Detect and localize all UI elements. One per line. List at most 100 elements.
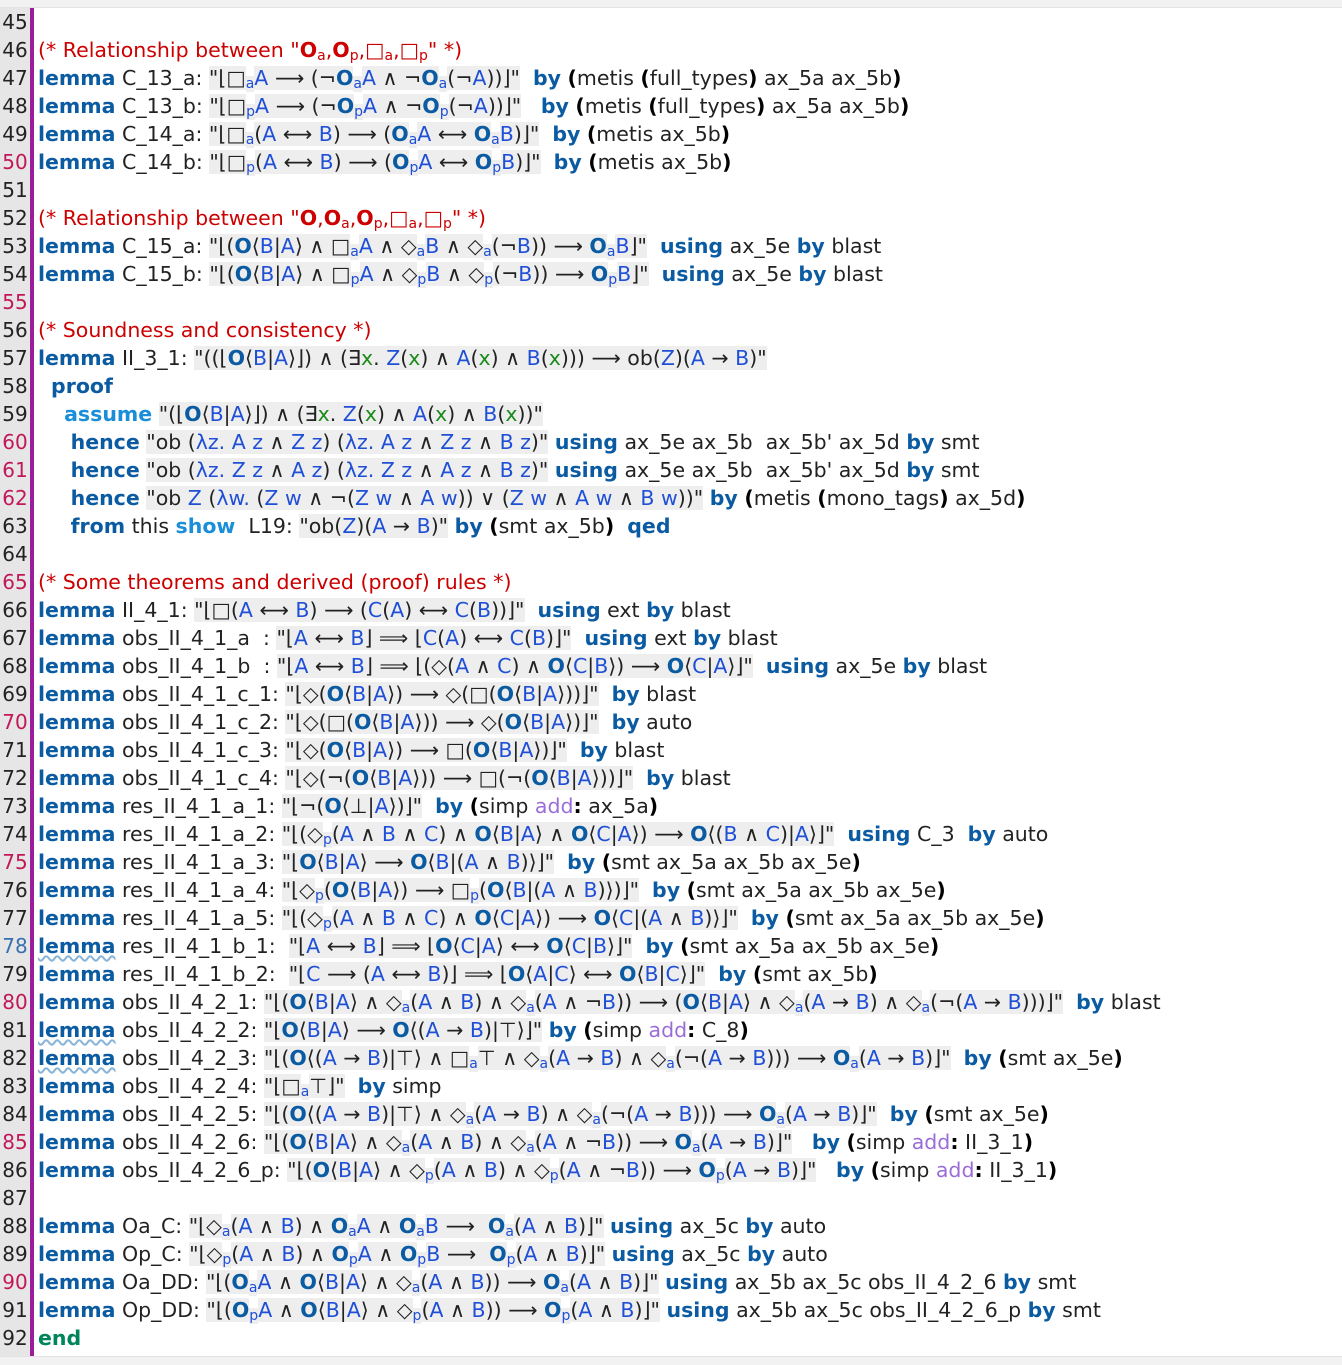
code-line[interactable]: 73 lemma res_II_4_1_a_1: "⌊¬(O⟨⊥|A⟩)⌋" by…: [0, 792, 1342, 820]
code-line[interactable]: 61 hence "ob (λz. Z z ∧ A z) (λz. Z z ∧ …: [0, 456, 1342, 484]
code-token: x: [408, 346, 421, 370]
code-text[interactable]: assume "(⌊O⟨B|A⟩⌋) ∧ (∃x. Z(x) ∧ A(x) ∧ …: [38, 400, 543, 428]
code-line[interactable]: 77 lemma res_II_4_1_a_5: "⌊(◇p(A ∧ B ∧ C)…: [0, 904, 1342, 932]
code-line[interactable]: 86 lemma obs_II_4_2_6_p: "⌊(O⟨B|A⟩ ∧ ◇p(A…: [0, 1156, 1342, 1184]
code-token: :: [573, 794, 582, 818]
code-line[interactable]: 55: [0, 288, 1342, 316]
code-token: "ob: [146, 486, 188, 510]
line-number: 92: [2, 1326, 28, 1350]
code-text[interactable]: lemma II_4_1: "⌊□(A ⟷ B) ⟶ (C(A) ⟷ C(B))…: [38, 596, 731, 624]
code-line[interactable]: 56 (* Soundness and consistency *): [0, 316, 1342, 344]
code-token: )⌋": [766, 1130, 793, 1154]
code-token: C_13_a:: [115, 66, 209, 90]
code-token: (: [323, 878, 332, 902]
line-number: 58: [2, 374, 28, 398]
code-token: A w: [420, 486, 458, 510]
code-line[interactable]: 87: [0, 1184, 1342, 1212]
code-text[interactable]: lemma obs_II_4_1_c_4: "⌊◇(¬(O⟨B|A⟩)) ⟶ □…: [38, 764, 731, 792]
code-line[interactable]: 71 lemma obs_II_4_1_c_3: "⌊◇(O⟨B|A⟩) ⟶ □(…: [0, 736, 1342, 764]
code-line[interactable]: 79 lemma res_II_4_1_b_2: "⌊C ⟶ (A ⟷ B)⌋ ⟹…: [0, 960, 1342, 988]
code-line[interactable]: 59 assume "(⌊O⟨B|A⟩⌋) ∧ (∃x. Z(x) ∧ A(x)…: [0, 400, 1342, 428]
code-line[interactable]: 81 lemma obs_II_4_2_2: "⌊O⟨B|A⟩ ⟶ O⟨(A → …: [0, 1016, 1342, 1044]
code-line[interactable]: 91 lemma Op_DD: "⌊(OpA ∧ O⟨B|A⟩ ∧ ◇p(A ∧ …: [0, 1296, 1342, 1324]
code-text[interactable]: hence "ob Z (λw. (Z w ∧ ¬(Z w ∧ A w)) ∨ …: [38, 484, 1025, 512]
code-text[interactable]: lemma obs_II_4_1_c_2: "⌊◇(□(O⟨B|A⟩)) ⟶ ◇…: [38, 708, 692, 736]
code-text[interactable]: lemma res_II_4_1_a_3: "⌊O⟨B|A⟩ ⟶ O⟨B|(A …: [38, 848, 861, 876]
code-token: lemma: [38, 66, 116, 90]
code-line[interactable]: 85 lemma obs_II_4_2_6: "⌊(O⟨B|A⟩ ∧ ◇a(A ∧…: [0, 1128, 1342, 1156]
code-text[interactable]: lemma res_II_4_1_b_2: "⌊C ⟶ (A ⟷ B)⌋ ⟹ ⌊…: [38, 960, 878, 988]
code-token: ⟷: [384, 962, 428, 986]
code-line[interactable]: 45: [0, 8, 1342, 36]
line-number: 50: [2, 150, 28, 174]
code-text[interactable]: hence "ob (λz. Z z ∧ A z) (λz. Z z ∧ A z…: [38, 456, 980, 484]
code-text[interactable]: hence "ob (λz. A z ∧ Z z) (λz. A z ∧ Z z…: [38, 428, 980, 456]
code-token: C: [554, 962, 569, 986]
code-token: A: [577, 1270, 592, 1294]
code-token: res_II_4_1_a_5:: [115, 906, 282, 930]
code-token: a: [245, 132, 255, 148]
code-token: B: [260, 262, 275, 286]
code-line[interactable]: 63 from this show L19: "ob(Z)(A → B)" by…: [0, 512, 1342, 540]
code-line[interactable]: 58 proof: [0, 372, 1342, 400]
code-token: →: [336, 1046, 368, 1070]
code-token: by: [540, 94, 569, 118]
code-token: O: [281, 1018, 299, 1042]
code-line[interactable]: 57 lemma II_3_1: "((⌊O⟨B|A⟩⌋) ∧ (∃x. Z(x)…: [0, 344, 1342, 372]
code-token: "⌊□: [263, 1074, 301, 1098]
code-text[interactable]: lemma obs_II_4_2_2: "⌊O⟨B|A⟩ ⟶ O⟨(A → B)…: [38, 1016, 749, 1044]
code-line[interactable]: 74 lemma res_II_4_1_a_2: "⌊(◇p(A ∧ B ∧ C)…: [0, 820, 1342, 848]
code-line[interactable]: 64: [0, 540, 1342, 568]
code-line[interactable]: 67 lemma obs_II_4_1_a : "⌊A ⟷ B⌋ ⟹ ⌊C(A) …: [0, 624, 1342, 652]
code-token: "⌊□: [208, 66, 246, 90]
code-text[interactable]: (* Some theorems and derived (proof) rul…: [38, 568, 511, 596]
code-line[interactable]: 75 lemma res_II_4_1_a_3: "⌊O⟨B|A⟩ ⟶ O⟨B|(…: [0, 848, 1342, 876]
code-line[interactable]: 72 lemma obs_II_4_1_c_4: "⌊◇(¬(O⟨B|A⟩)) ⟶…: [0, 764, 1342, 792]
code-line[interactable]: 70 lemma obs_II_4_1_c_2: "⌊◇(□(O⟨B|A⟩)) ⟶…: [0, 708, 1342, 736]
code-line[interactable]: 53 lemma C_15_a: "⌊(O⟨B|A⟩ ∧ □aA ∧ ◇aB ∧ …: [0, 232, 1342, 260]
code-line[interactable]: 54 lemma C_15_b: "⌊(O⟨B|A⟩ ∧ □pA ∧ ◇pB ∧ …: [0, 260, 1342, 288]
code-line[interactable]: 92 end: [0, 1324, 1342, 1352]
code-line[interactable]: 66 lemma II_4_1: "⌊□(A ⟷ B) ⟶ (C(A) ⟷ C(B…: [0, 596, 1342, 624]
code-token: ⟨: [245, 346, 253, 370]
code-text[interactable]: proof: [38, 372, 113, 400]
code-line[interactable]: 62 hence "ob Z (λw. (Z w ∧ ¬(Z w ∧ A w))…: [0, 484, 1342, 512]
code-token: ⌋ ⟹ ⌊(◇(: [364, 654, 456, 678]
line-number: 48: [2, 94, 28, 118]
code-line[interactable]: 76 lemma res_II_4_1_a_4: "⌊◇p(O⟨B|A⟩) ⟶ □…: [0, 876, 1342, 904]
code-text[interactable]: lemma res_II_4_1_b_1: "⌊A ⟷ B⌋ ⟹ ⌊O⟨C|A⟩…: [38, 932, 939, 960]
code-text[interactable]: lemma res_II_4_1_a_1: "⌊¬(O⟨⊥|A⟩)⌋" by (…: [38, 792, 658, 820]
code-text[interactable]: lemma obs_II_4_1_c_3: "⌊◇(O⟨B|A⟩) ⟶ □(O⟨…: [38, 736, 664, 764]
code-line[interactable]: 65 (* Some theorems and derived (proof) r…: [0, 568, 1342, 596]
code-line[interactable]: 78 lemma res_II_4_1_b_1: "⌊A ⟷ B⌋ ⟹ ⌊O⟨C|…: [0, 932, 1342, 960]
code-token: a: [666, 1056, 675, 1072]
code-token: O: [234, 262, 253, 286]
code-line[interactable]: 47 lemma C_13_a: "⌊□aA ⟶ (¬OaA ∧ ¬Oa(¬A))…: [0, 64, 1342, 92]
code-token: ): [1023, 1130, 1034, 1154]
code-line[interactable]: 50 lemma C_14_b: "⌊□p(A ⟷ B) ⟶ (OpA ⟷ OpB…: [0, 148, 1342, 176]
code-line[interactable]: 46 (* Relationship between "Oa,Op,□a,□p" …: [0, 36, 1342, 64]
code-line[interactable]: 60 hence "ob (λz. A z ∧ Z z) (λz. A z ∧ …: [0, 428, 1342, 456]
code-line[interactable]: 90 lemma Oa_DD: "⌊(OaA ∧ O⟨B|A⟩ ∧ ◇a(A ∧ …: [0, 1268, 1342, 1296]
code-line[interactable]: 89 lemma Op_C: "⌊◇p(A ∧ B) ∧ OpA ∧ OpB ⟶ …: [0, 1240, 1342, 1268]
code-line[interactable]: 83 lemma obs_II_4_2_4: "⌊□a⊤⌋" by simp: [0, 1072, 1342, 1100]
code-line[interactable]: 80 lemma obs_II_4_2_1: "⌊(O⟨B|A⟩ ∧ ◇a(A ∧…: [0, 988, 1342, 1016]
code-token: ⟩⌋": [607, 934, 633, 958]
code-line[interactable]: 51: [0, 176, 1342, 204]
theory-editor[interactable]: 45 46 (* Relationship between "Oa,Op,□a,□p…: [0, 0, 1342, 1365]
code-text[interactable]: lemma obs_II_4_1_b : "⌊A ⟷ B⌋ ⟹ ⌊(◇(A ∧ …: [38, 652, 987, 680]
code-text[interactable]: lemma obs_II_4_1_a : "⌊A ⟷ B⌋ ⟹ ⌊C(A) ⟷ …: [38, 624, 778, 652]
code-text[interactable]: from this show L19: "ob(Z)(A → B)" by (s…: [38, 512, 671, 540]
code-line[interactable]: 52 (* Relationship between "O,Oa,Op,□a,□p…: [0, 204, 1342, 232]
code-line[interactable]: 49 lemma C_14_a: "⌊□a(A ⟷ B) ⟶ (OaA ⟷ OaB…: [0, 120, 1342, 148]
code-text[interactable]: end: [38, 1324, 81, 1352]
code-text[interactable]: (* Soundness and consistency *): [38, 316, 372, 344]
code-text[interactable]: lemma II_3_1: "((⌊O⟨B|A⟩⌋) ∧ (∃x. Z(x) ∧…: [38, 344, 767, 372]
code-line[interactable]: 84 lemma obs_II_4_2_5: "⌊(O⟨(A → B)|⊤⟩ ∧ …: [0, 1100, 1342, 1128]
code-line[interactable]: 68 lemma obs_II_4_1_b : "⌊A ⟷ B⌋ ⟹ ⌊(◇(A …: [0, 652, 1342, 680]
code-line[interactable]: 82 lemma obs_II_4_2_3: "⌊(O⟨(A → B)|⊤⟩ ∧ …: [0, 1044, 1342, 1072]
code-text[interactable]: lemma obs_II_4_1_c_1: "⌊◇(O⟨B|A⟩) ⟶ ◇(□(…: [38, 680, 696, 708]
code-line[interactable]: 48 lemma C_13_b: "⌊□pA ⟶ (¬OpA ∧ ¬Op(¬A))…: [0, 92, 1342, 120]
code-line[interactable]: 69 lemma obs_II_4_1_c_1: "⌊◇(O⟨B|A⟩) ⟶ ◇(…: [0, 680, 1342, 708]
code-line[interactable]: 88 lemma Oa_C: "⌊◇a(A ∧ B) ∧ OaA ∧ OaB ⟶ …: [0, 1212, 1342, 1240]
